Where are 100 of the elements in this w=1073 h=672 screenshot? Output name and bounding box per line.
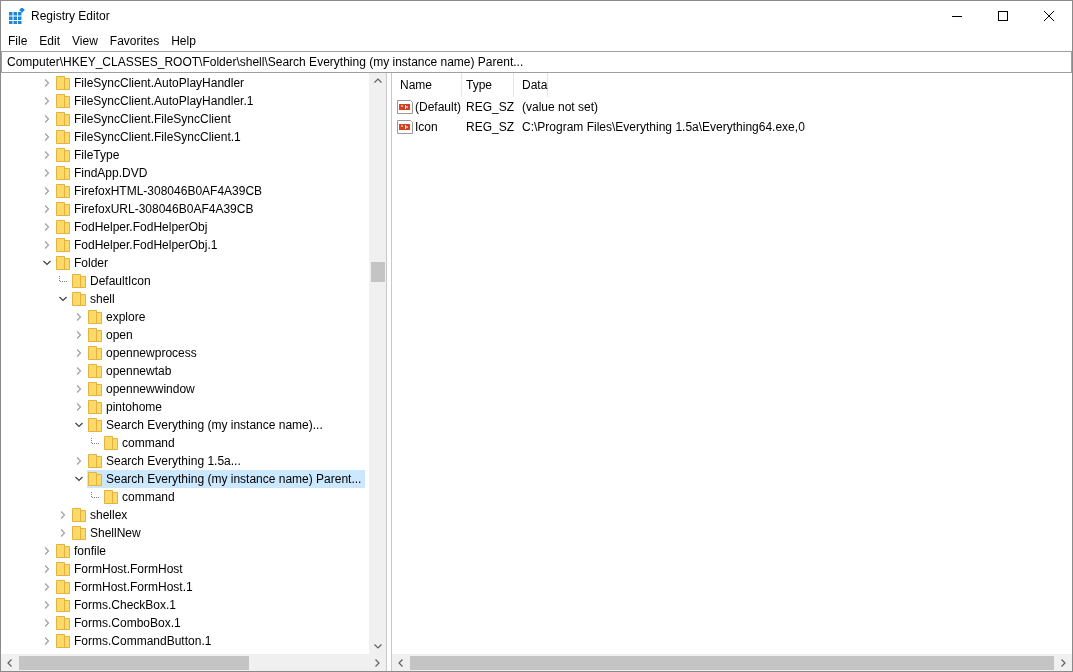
column-header[interactable]: Name (392, 73, 462, 97)
tree-item[interactable]: DefaultIcon (71, 272, 155, 290)
folder-icon (55, 165, 71, 181)
folder-icon (55, 75, 71, 91)
folder-icon (55, 255, 71, 271)
tree-item[interactable]: opennewwindow (87, 380, 199, 398)
tree-item[interactable]: Forms.CheckBox.1 (55, 596, 181, 614)
table-cell[interactable]: (Default) (392, 99, 462, 115)
tree-item[interactable]: shellex (71, 506, 132, 524)
table-cell-text: REG_SZ (465, 120, 514, 134)
expand-chevron-icon[interactable] (74, 348, 84, 358)
tree-item[interactable]: pintohome (87, 398, 167, 416)
expand-chevron-icon[interactable] (42, 222, 52, 232)
expand-chevron-icon[interactable] (42, 240, 52, 250)
folder-icon (55, 219, 71, 235)
tree-item[interactable]: Forms.ComboBox.1 (55, 614, 185, 632)
horizontal-scrollbar[interactable] (392, 654, 1072, 671)
column-header[interactable]: Type (462, 73, 514, 97)
close-icon (1044, 11, 1054, 21)
expand-chevron-icon[interactable] (42, 564, 52, 574)
tree-item[interactable]: FileSyncClient.AutoPlayHandler (55, 74, 249, 92)
vertical-scrollbar[interactable] (369, 73, 386, 654)
tree-item[interactable]: ShellNew (71, 524, 145, 542)
expand-chevron-icon[interactable] (42, 186, 52, 196)
expand-chevron-icon[interactable] (42, 636, 52, 646)
tree-item[interactable]: FirefoxHTML-308046B0AF4A39CB (55, 182, 267, 200)
tree-item[interactable]: Search Everything (my instance name) Parent... (87, 470, 366, 488)
menu-item[interactable]: Favorites (103, 34, 166, 48)
tree-item[interactable]: FormHost.FormHost (55, 560, 187, 578)
tree-item[interactable]: Forms.CommandButton.1 (55, 632, 216, 650)
collapse-chevron-icon[interactable] (58, 294, 68, 304)
menu-item[interactable]: Edit (33, 34, 67, 48)
tree-item[interactable]: Search Everything 1.5a... (87, 452, 245, 470)
scroll-thumb[interactable] (410, 655, 1054, 670)
expand-chevron-icon[interactable] (74, 384, 84, 394)
expand-chevron-icon[interactable] (58, 528, 68, 538)
expand-chevron-icon[interactable] (42, 168, 52, 178)
tree-item[interactable]: explore (87, 308, 150, 326)
expand-chevron-icon[interactable] (42, 600, 52, 610)
menu-item[interactable]: Help (165, 34, 202, 48)
folder-icon (55, 183, 71, 199)
tree-item[interactable]: Folder (55, 254, 112, 272)
registry-icon (9, 8, 25, 24)
folder-icon (87, 327, 103, 343)
table-cell[interactable]: Icon (392, 119, 462, 135)
tree-item[interactable]: command (103, 488, 179, 506)
folder-icon (55, 633, 71, 649)
expand-chevron-icon[interactable] (42, 618, 52, 628)
folder-icon (71, 507, 87, 523)
tree-item[interactable]: opennewprocess (87, 344, 201, 362)
table-cell-text: REG_SZ (465, 100, 514, 114)
tree-item[interactable]: FodHelper.FodHelperObj (55, 218, 212, 236)
tree-item[interactable]: command (103, 434, 179, 452)
table-cell-text: C:\Program Files\Everything 1.5a\Everything64.exe,0 (521, 120, 805, 134)
folder-icon (55, 93, 71, 109)
tree-item[interactable]: Search Everything (my instance name)... (87, 416, 327, 434)
expand-chevron-icon[interactable] (42, 546, 52, 556)
tree-item[interactable]: FindApp.DVD (55, 164, 152, 182)
tree-item[interactable]: FileSyncClient.FileSyncClient.1 (55, 128, 245, 146)
expand-chevron-icon[interactable] (42, 96, 52, 106)
collapse-chevron-icon[interactable] (74, 420, 84, 430)
folder-icon (71, 273, 87, 289)
tree-item[interactable]: FormHost.FormHost.1 (55, 578, 197, 596)
tree-item[interactable]: open (87, 326, 137, 344)
folder-icon (87, 399, 103, 415)
address-field[interactable]: Computer\HKEY_CLASSES_ROOT\Folder\shell\Search Everything (my instance name) Parent... (1, 51, 1072, 73)
tree-item[interactable]: FodHelper.FodHelperObj.1 (55, 236, 222, 254)
expand-chevron-icon[interactable] (74, 312, 84, 322)
tree-item[interactable]: FileType (55, 146, 124, 164)
scroll-thumb[interactable] (19, 655, 249, 670)
tree-item[interactable]: FileSyncClient.FileSyncClient (55, 110, 235, 128)
column-header[interactable]: Data (514, 73, 549, 97)
expand-chevron-icon[interactable] (42, 114, 52, 124)
expand-chevron-icon[interactable] (42, 132, 52, 142)
expand-chevron-icon[interactable] (74, 456, 84, 466)
tree-item[interactable]: fonfile (55, 542, 111, 560)
expand-chevron-icon[interactable] (42, 204, 52, 214)
expand-chevron-icon[interactable] (74, 366, 84, 376)
folder-icon (55, 237, 71, 253)
expand-chevron-icon[interactable] (74, 330, 84, 340)
expand-chevron-icon[interactable] (42, 582, 52, 592)
tree-item[interactable]: opennewtab (87, 362, 176, 380)
menu-item[interactable]: View (66, 34, 104, 48)
scroll-thumb[interactable] (370, 262, 385, 282)
string-value-icon (397, 99, 413, 115)
folder-icon (55, 615, 71, 631)
expand-chevron-icon[interactable] (42, 150, 52, 160)
expand-chevron-icon[interactable] (74, 402, 84, 412)
tree-item[interactable]: shell (71, 290, 119, 308)
table-cell-text: (value not set) (521, 100, 599, 114)
folder-icon (55, 111, 71, 127)
expand-chevron-icon[interactable] (58, 510, 68, 520)
tree-item[interactable]: FileSyncClient.AutoPlayHandler.1 (55, 92, 258, 110)
collapse-chevron-icon[interactable] (74, 474, 84, 484)
tree-item[interactable]: FirefoxURL-308046B0AF4A39CB (55, 200, 258, 218)
horizontal-scrollbar[interactable] (1, 654, 386, 671)
folder-icon (87, 363, 103, 379)
expand-chevron-icon[interactable] (42, 78, 52, 88)
menu-item[interactable]: File (2, 34, 34, 48)
collapse-chevron-icon[interactable] (42, 258, 52, 268)
